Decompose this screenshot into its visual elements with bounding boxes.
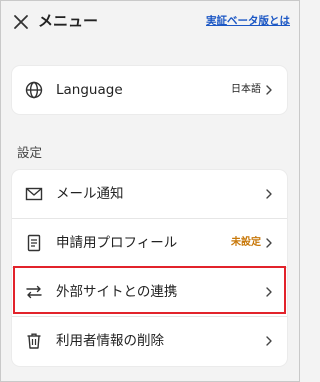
language-card: Language 日本語 xyxy=(12,66,287,114)
globe-icon xyxy=(25,81,43,99)
settings-card: メール通知 申請用プロフィール 未設定 外部サイトとの連携 利用者情報の削除 xyxy=(12,170,287,366)
settings-item-delete-user-info[interactable]: 利用者情報の削除 xyxy=(12,317,287,365)
settings-item-external-site-link[interactable]: 外部サイトとの連携 xyxy=(12,268,287,316)
beta-info-link[interactable]: 実証ベータ版とは xyxy=(206,13,290,29)
settings-item-label: 外部サイトとの連携 xyxy=(56,284,178,300)
chevron-right-icon xyxy=(266,85,272,95)
unset-status-badge: 未設定 xyxy=(231,237,261,248)
settings-item-label: 申請用プロフィール xyxy=(56,235,178,251)
settings-item-label: 利用者情報の削除 xyxy=(56,333,164,349)
language-value: 日本語 xyxy=(231,84,261,95)
trash-icon xyxy=(27,333,41,349)
settings-item-mail-notification[interactable]: メール通知 xyxy=(12,170,287,218)
chevron-right-icon xyxy=(266,336,272,346)
header: メニュー 実証ベータ版とは xyxy=(0,0,300,44)
settings-section-label: 設定 xyxy=(17,145,43,160)
settings-item-application-profile[interactable]: 申請用プロフィール 未設定 xyxy=(12,219,287,267)
mail-icon xyxy=(25,187,43,201)
chevron-right-icon xyxy=(266,287,272,297)
chevron-right-icon xyxy=(266,189,272,199)
chevron-right-icon xyxy=(266,238,272,248)
page-title: メニュー xyxy=(38,12,99,30)
language-label: Language xyxy=(56,82,123,98)
close-icon[interactable] xyxy=(10,11,32,33)
language-row[interactable]: Language 日本語 xyxy=(12,66,287,114)
document-icon xyxy=(27,234,41,252)
settings-item-label: メール通知 xyxy=(56,186,124,202)
swap-arrows-icon xyxy=(26,285,42,299)
